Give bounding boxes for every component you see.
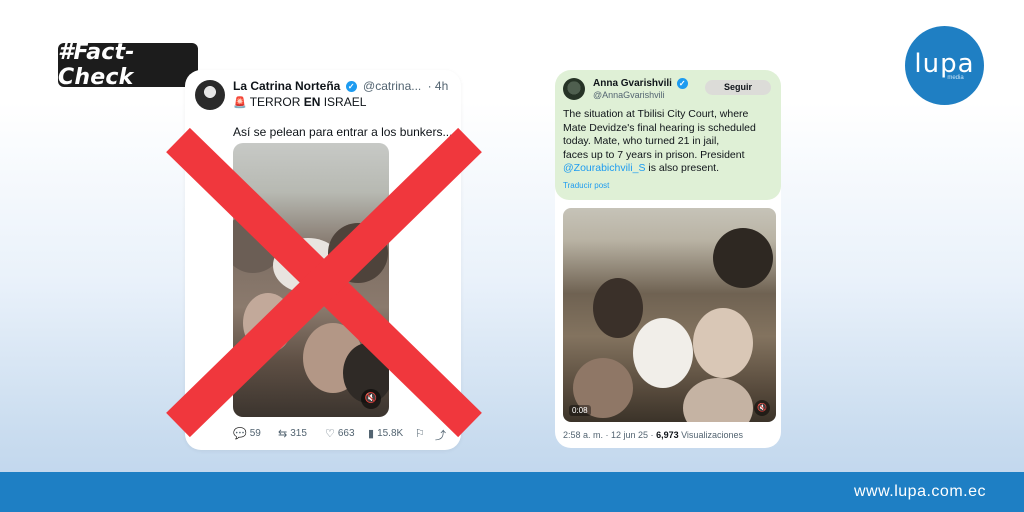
- heart-icon: ♡: [325, 428, 335, 440]
- post-time: · 4h: [427, 79, 449, 93]
- crowd-shape: [633, 318, 693, 388]
- post-text: The situation at Tbilisi City Court, whe…: [563, 108, 756, 174]
- mute-icon[interactable]: 🔇: [754, 400, 770, 416]
- logo-text: lupa: [914, 48, 975, 79]
- verified-badge-icon: ✓: [345, 81, 357, 93]
- crowd-shape: [243, 293, 293, 353]
- share-button[interactable]: ⤴: [435, 427, 446, 443]
- author-name[interactable]: La Catrina Norteña: [233, 79, 340, 93]
- post-meta: 2:58 a. m. · 12 jun 25 · 6,973 Visualiza…: [563, 430, 743, 440]
- bookmark-button[interactable]: ⚐: [415, 427, 425, 440]
- reply-icon: 💬: [233, 428, 247, 440]
- crowd-shape: [713, 228, 773, 288]
- false-tweet-card: La Catrina Norteña ✓ @catrina... · 4h 🚨 T…: [185, 70, 461, 450]
- fact-check-badge: #Fact-Check: [58, 40, 198, 90]
- post-text: Así se pelean para entrar a los bunkers.…: [233, 125, 453, 139]
- mute-icon[interactable]: 🔇: [361, 389, 381, 409]
- share-icon: ⤴: [435, 430, 446, 442]
- tweet-header-panel: Anna Gvarishvili ✓ @AnnaGvarishvili Segu…: [555, 70, 781, 200]
- original-tweet-card: Anna Gvarishvili ✓ @AnnaGvarishvili Segu…: [555, 70, 781, 448]
- author-handle[interactable]: @AnnaGvarishvili: [593, 90, 665, 100]
- bookmark-icon: ⚐: [415, 428, 425, 440]
- author-name-line: Anna Gvarishvili ✓: [593, 78, 688, 89]
- views-button[interactable]: ▮ 15.8K: [368, 427, 403, 440]
- verified-badge-icon: ✓: [676, 78, 688, 89]
- siren-icon: 🚨: [233, 97, 247, 109]
- author-handle[interactable]: @catrina...: [363, 79, 421, 93]
- post-headline: 🚨 TERROR EN ISRAEL: [233, 95, 367, 109]
- crowd-shape: [683, 378, 753, 422]
- crowd-shape: [593, 278, 643, 338]
- website-url[interactable]: www.lupa.com.ec: [854, 483, 986, 501]
- video-timestamp: 0:08: [569, 405, 591, 416]
- repost-button[interactable]: ⇆ 315: [278, 427, 307, 440]
- post-video[interactable]: 0:08 🔇: [563, 208, 776, 422]
- author-name[interactable]: Anna Gvarishvili: [593, 78, 672, 89]
- lupa-logo: lupa media: [905, 26, 984, 105]
- crowd-shape: [328, 223, 388, 283]
- crowd-shape: [693, 308, 753, 378]
- repost-icon: ⇆: [278, 428, 288, 440]
- post-video[interactable]: 🔇: [233, 143, 389, 417]
- follow-button[interactable]: Seguir: [705, 80, 771, 95]
- like-button[interactable]: ♡ 663: [325, 427, 355, 440]
- bar-chart-icon: ▮: [368, 428, 375, 440]
- translate-link[interactable]: Traducir post: [563, 181, 609, 190]
- avatar[interactable]: [195, 80, 225, 110]
- post-actions: 💬 59 ⇆ 315 ♡ 663 ▮ 15.8K ⚐ ⤴: [233, 427, 448, 443]
- avatar[interactable]: [563, 78, 585, 100]
- reply-button[interactable]: 💬 59: [233, 427, 261, 440]
- mention-link[interactable]: @Zourabichvili_S: [563, 162, 645, 174]
- footer-bar: www.lupa.com.ec: [0, 472, 1024, 512]
- logo-subtext: media: [947, 74, 964, 81]
- author-line: La Catrina Norteña ✓ @catrina... · 4h: [233, 79, 448, 93]
